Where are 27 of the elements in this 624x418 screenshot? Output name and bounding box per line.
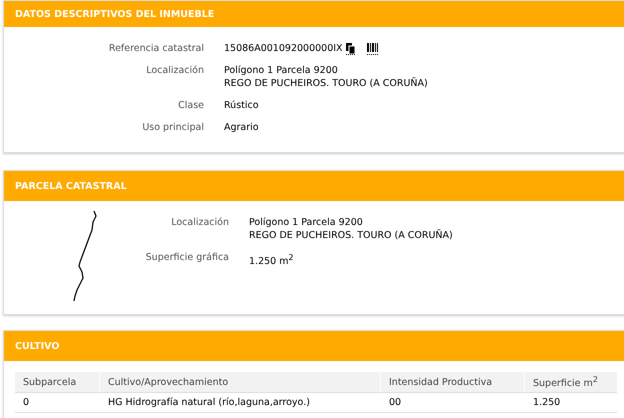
- field-label: Localización: [145, 64, 204, 77]
- field-value: Polígono 1 Parcela 9200: [224, 64, 338, 77]
- field-value: 15086A001092000000IX: [224, 42, 343, 55]
- field-value: Polígono 1 Parcela 9200: [249, 216, 363, 229]
- column-header: Intensidad Productiva: [380, 372, 524, 393]
- field-label: Clase: [177, 99, 204, 112]
- field-value: REGO DE PUCHEIROS. TOURO (A CORUÑA): [224, 77, 428, 90]
- table-cell: 00: [380, 393, 524, 413]
- section-title: PARCELA CATASTRAL: [15, 180, 127, 192]
- field-label: Referencia catastral: [108, 42, 204, 55]
- copy-icon[interactable]: [346, 42, 356, 54]
- field-value: Rústico: [224, 99, 259, 112]
- table-cell: 0: [15, 393, 99, 413]
- field-label: Uso principal: [141, 121, 204, 134]
- column-header: Subparcela: [15, 372, 99, 393]
- column-header: Superficie m$^{2}$: [524, 372, 617, 393]
- section-title: CULTIVO: [15, 340, 60, 352]
- field-label: Localización: [170, 216, 229, 229]
- table-cell: HG Hidrografía natural (río,laguna,arroyo.): [99, 393, 380, 413]
- field-value: 1.250 m$^{2}$: [249, 252, 294, 268]
- barcode-icon[interactable]: [366, 42, 378, 54]
- section-title: DATOS DESCRIPTIVOS DEL INMUEBLE: [15, 8, 214, 20]
- table-cell: 1.250: [524, 393, 617, 413]
- field-value: Agrario: [224, 121, 259, 134]
- column-header: Cultivo/Aprovechamiento: [99, 372, 380, 393]
- field-label: Superficie gráfica: [144, 251, 229, 264]
- field-value: REGO DE PUCHEIROS. TOURO (A CORUÑA): [249, 229, 453, 242]
